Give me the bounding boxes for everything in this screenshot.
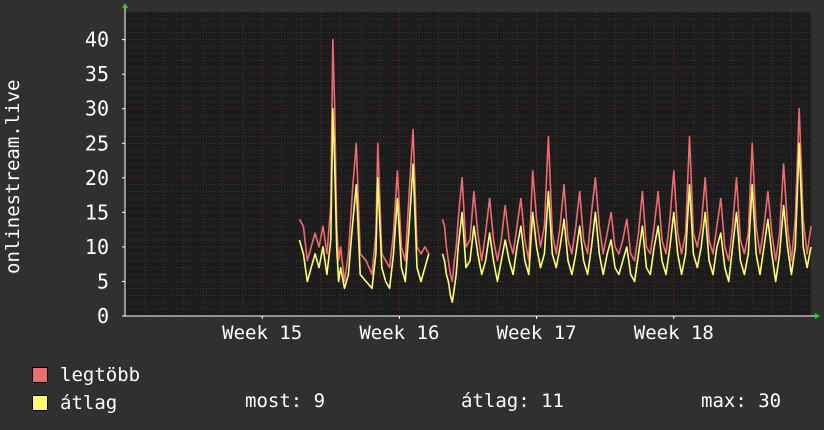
legend-item-max: legtöbb — [32, 364, 140, 386]
y-tick-label: 5 — [97, 269, 109, 293]
y-tick-label: 30 — [85, 97, 109, 121]
y-tick-label: 20 — [85, 166, 109, 190]
y-tick-labels: 0 5 10 15 20 25 30 35 40 — [85, 28, 109, 328]
x-tick-label: Week 16 — [359, 322, 439, 344]
avg-series-swatch — [32, 395, 48, 411]
x-tick-label: Week 17 — [497, 322, 577, 344]
y-tick-label: 0 — [97, 304, 109, 328]
stat-avg: átlag: 11 — [461, 390, 564, 412]
stat-now: most: 9 — [245, 390, 326, 412]
x-tick-labels: Week 15 Week 16 Week 17 Week 18 — [222, 322, 714, 344]
max-series-swatch — [32, 367, 48, 383]
y-axis-label: onlinestream.live — [2, 79, 24, 274]
y-axis-arrow — [122, 3, 128, 8]
legend-label-avg: átlag — [60, 392, 118, 414]
y-tick-label: 40 — [85, 28, 109, 52]
legend-item-avg: átlag — [32, 392, 117, 414]
x-tick-label: Week 15 — [222, 322, 302, 344]
x-tick-label: Week 18 — [634, 322, 714, 344]
y-tick-label: 25 — [85, 131, 109, 155]
legend-label-max: legtöbb — [60, 364, 141, 386]
y-tick-label: 35 — [85, 62, 109, 86]
y-tick-label: 10 — [85, 235, 109, 259]
y-tick-label: 15 — [85, 200, 109, 224]
stat-max: max: 30 — [701, 390, 782, 412]
chart: 0510152025303540 Week 15 Week 16 Week 17 We… — [85, 3, 820, 344]
x-axis-arrow — [815, 313, 820, 319]
